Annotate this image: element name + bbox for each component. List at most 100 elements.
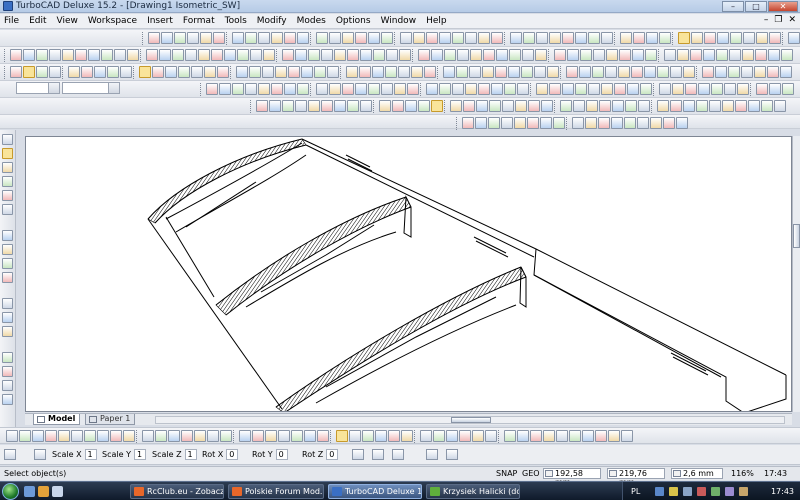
tool-icon[interactable] [399,49,411,61]
scale-z-input[interactable]: 1 [184,449,197,460]
toolbar-grip[interactable] [782,32,785,45]
tool-icon[interactable] [598,117,610,129]
tool-icon[interactable] [638,100,650,112]
tool-icon[interactable] [10,49,22,61]
tool-icon[interactable] [368,83,380,95]
edit-tool-icon[interactable] [278,430,290,442]
left-tool-icon[interactable] [2,204,13,215]
tool-icon[interactable] [769,83,781,95]
folder-quick-launch-icon[interactable] [52,486,63,497]
update-icon[interactable] [711,487,720,496]
tool-icon[interactable] [677,49,689,61]
tool-icon[interactable] [761,100,773,112]
tool-icon[interactable] [456,66,468,78]
tool-icon[interactable] [146,49,158,61]
edit-tool-icon[interactable] [207,430,219,442]
tool-icon[interactable] [741,66,753,78]
tool-icon[interactable] [271,32,283,44]
toolbar-grip[interactable] [340,66,343,79]
tool-icon[interactable] [256,100,268,112]
tool-icon[interactable] [614,83,626,95]
tool-icon[interactable] [716,49,728,61]
tool-icon[interactable] [633,32,645,44]
toolbar-grip[interactable] [276,49,279,62]
tool-icon[interactable] [504,83,516,95]
tool-icon[interactable] [392,100,404,112]
tool-icon[interactable] [536,32,548,44]
left-tool-icon[interactable] [2,394,13,405]
tool-icon[interactable] [308,49,320,61]
tool-icon[interactable] [685,83,697,95]
properties-icon[interactable] [446,449,458,460]
tool-icon[interactable] [107,66,119,78]
tool-icon[interactable] [572,117,584,129]
tool-icon[interactable] [465,32,477,44]
tool-icon[interactable] [250,49,262,61]
tool-icon[interactable] [217,66,229,78]
left-tool-icon[interactable] [2,162,13,173]
menu-edit[interactable]: Edit [29,16,46,26]
tool-icon[interactable] [418,49,430,61]
tool-icon[interactable] [478,32,490,44]
edit-tool-icon[interactable] [194,430,206,442]
tool-icon[interactable] [663,117,675,129]
toolbar-grip[interactable] [133,66,136,79]
toolbar-grip[interactable] [420,83,423,96]
y-coordinate-readout[interactable]: 219,76 mm [607,468,665,487]
edit-tool-icon[interactable] [420,430,432,442]
tool-icon[interactable] [411,66,423,78]
toolbar-grip[interactable] [62,66,65,79]
browser-quick-launch-icon[interactable] [38,486,49,497]
edit-tool-icon[interactable] [582,430,594,442]
horizontal-scrollbar[interactable] [155,416,785,424]
tool-icon[interactable] [672,83,684,95]
tool-icon[interactable] [517,83,529,95]
tool-icon[interactable] [554,49,566,61]
toolbar-grip[interactable] [412,49,415,62]
tool-icon[interactable] [742,49,754,61]
tool-icon[interactable] [735,100,747,112]
language-indicator[interactable]: PL [631,487,640,496]
tool-icon[interactable] [418,100,430,112]
edit-tool-icon[interactable] [304,430,316,442]
toolbar-grip[interactable] [444,100,447,113]
device-icon[interactable] [739,487,748,496]
tool-icon[interactable] [172,49,184,61]
tool-icon[interactable] [334,49,346,61]
tool-icon[interactable] [601,83,613,95]
tool-icon[interactable] [781,49,793,61]
tool-icon[interactable] [127,49,139,61]
toolbar-grip[interactable] [4,49,7,62]
toolbar-grip[interactable] [651,100,654,113]
tool-icon[interactable] [782,83,794,95]
toolbar-grip[interactable] [530,83,533,96]
tool-icon[interactable] [424,66,436,78]
tool-icon[interactable] [245,32,257,44]
select-options-icon[interactable] [34,449,46,460]
tool-icon[interactable] [646,32,658,44]
tool-icon[interactable] [509,49,521,61]
tool-icon[interactable] [678,32,690,44]
tool-icon[interactable] [659,83,671,95]
left-tool-icon[interactable] [2,134,13,145]
tool-icon[interactable] [788,32,800,44]
tool-icon[interactable] [659,32,671,44]
tool-icon[interactable] [586,100,598,112]
tool-icon[interactable] [579,66,591,78]
messenger-icon[interactable] [725,487,734,496]
tool-icon[interactable] [152,66,164,78]
edit-tool-icon[interactable] [504,430,516,442]
tool-icon[interactable] [314,66,326,78]
toolbar-grip[interactable] [696,66,699,79]
tool-icon[interactable] [657,100,669,112]
tool-icon[interactable] [282,49,294,61]
toolbar-grip[interactable] [504,32,507,45]
menu-workspace[interactable]: Workspace [88,16,137,26]
tool-icon[interactable] [755,49,767,61]
tool-icon[interactable] [774,100,786,112]
edit-tool-icon[interactable] [433,430,445,442]
tool-icon[interactable] [508,66,520,78]
toolbar-grip[interactable] [566,117,569,130]
tool-icon[interactable] [452,32,464,44]
tool-icon[interactable] [237,49,249,61]
